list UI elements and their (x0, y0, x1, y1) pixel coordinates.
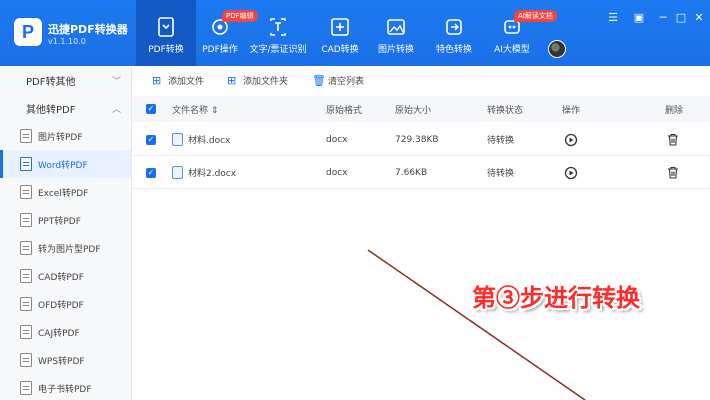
chevron-up-icon: ︿ (111, 104, 121, 115)
trash-icon (668, 133, 678, 146)
app-logo: P (14, 18, 42, 46)
menu-icon[interactable]: ☰ (605, 10, 621, 26)
sidebar-item-ppt-to-pdf[interactable]: PPT转PDF (0, 206, 131, 234)
trash-icon (668, 166, 678, 179)
trash-icon: 🗑 (312, 74, 326, 87)
step-annotation: 第③步进行转换 (472, 283, 640, 312)
caj-file-icon (20, 325, 32, 339)
image-pdf-icon (20, 241, 32, 255)
ofd-file-icon (20, 297, 32, 311)
add-folder-icon: ⊞ (227, 74, 237, 87)
col-delete-header: 删除 (665, 105, 684, 116)
top-bar: P 迅捷PDF转换器 v1.1.10.0 PDF转换 PDF操作 PDF编辑 文… (0, 0, 710, 66)
convert-play-button[interactable] (564, 157, 578, 188)
add-file-icon: ⊞ (152, 74, 162, 87)
sidebar-item-word-to-pdf[interactable]: Word转PDF (0, 150, 131, 178)
sidebar-item-image-pdf[interactable]: 转为图片型PDF (0, 234, 131, 262)
status-cell: 待转换 (487, 136, 515, 146)
convert-play-button[interactable] (564, 124, 578, 155)
clear-list-button[interactable]: 🗑 清空列表 (312, 74, 364, 87)
tab-label: PDF操作 (202, 45, 238, 55)
tab-label: CAD转换 (321, 45, 359, 55)
tab-special-convert[interactable]: 特色转换 (424, 0, 484, 66)
status-cell: 待转换 (487, 169, 515, 179)
sidebar: PDF转其他 ﹀ 其他转PDF ︿ 图片转PDF Word转PDF Excel转… (0, 66, 132, 400)
add-file-button[interactable]: ⊞ 添加文件 (152, 74, 204, 87)
size-cell: 7.66KB (395, 167, 428, 178)
play-icon (564, 133, 578, 146)
tab-label: 图片转换 (377, 45, 414, 55)
col-status-header: 转换状态 (487, 105, 524, 116)
row-checkbox[interactable]: ✓ (146, 124, 156, 155)
app-version: v1.1.10.0 (48, 37, 86, 46)
close-icon[interactable]: ✕ (691, 10, 707, 26)
file-name-cell: 材料.docx (172, 124, 230, 155)
sidebar-item-wps-to-pdf[interactable]: WPS转PDF (0, 346, 131, 374)
sidebar-item-cad-to-pdf[interactable]: CAD转PDF (0, 262, 131, 290)
word-doc-icon (172, 166, 183, 179)
section-label: 其他转PDF (26, 104, 76, 116)
ebook-file-icon (20, 381, 32, 395)
tab-cad-convert[interactable]: CAD转换 (310, 0, 370, 66)
maximize-icon[interactable]: □ (673, 10, 689, 26)
image-file-icon (20, 129, 32, 143)
sidebar-item-image-to-pdf[interactable]: 图片转PDF (0, 122, 131, 150)
pdf-convert-icon (154, 16, 178, 38)
tab-pdf-convert[interactable]: PDF转换 (136, 0, 196, 66)
app-title: 迅捷PDF转换器 (48, 23, 128, 36)
image-convert-icon (384, 16, 408, 38)
word-file-icon (20, 157, 32, 171)
sidebar-item-excel-to-pdf[interactable]: Excel转PDF (0, 178, 131, 206)
sidebar-section-other-to-pdf[interactable]: 其他转PDF ︿ (0, 94, 131, 122)
col-size-header: 原始大小 (395, 105, 432, 116)
chevron-down-icon: ﹀ (111, 76, 121, 87)
delete-button[interactable] (667, 157, 679, 188)
tab-label: PDF转换 (148, 45, 184, 55)
delete-button[interactable] (667, 124, 679, 155)
sidebar-item-ebook-to-pdf[interactable]: 电子书转PDF (0, 374, 131, 400)
ppt-file-icon (20, 213, 32, 227)
table-header: ✓ 文件名称 ⇕ 原始格式 原始大小 转换状态 操作 删除 (132, 96, 710, 122)
row-checkbox[interactable]: ✓ (146, 157, 156, 188)
tab-image-convert[interactable]: 图片转换 (366, 0, 426, 66)
play-icon (564, 166, 578, 179)
sidebar-section-pdf-to-other[interactable]: PDF转其他 ﹀ (0, 66, 131, 94)
special-convert-icon (442, 16, 466, 38)
tab-label: AI大模型 (494, 45, 530, 55)
file-toolbar: ⊞ 添加文件 ⊞ 添加文件夹 🗑 清空列表 (132, 66, 710, 96)
tab-text-recognize[interactable]: 文字/票证识别 (248, 0, 308, 66)
minimize-icon[interactable]: ─ (655, 10, 671, 26)
select-all-checkbox[interactable]: ✓ (146, 96, 156, 122)
user-avatar[interactable] (548, 40, 566, 58)
table-row[interactable]: ✓ 材料.docx docx 729.38KB 待转换 (132, 124, 710, 156)
col-action-header: 操作 (562, 105, 581, 116)
text-recognize-icon (266, 16, 290, 38)
col-name-header[interactable]: 文件名称 ⇕ (172, 96, 218, 122)
word-doc-icon (172, 133, 183, 146)
app-window: P 迅捷PDF转换器 v1.1.10.0 PDF转换 PDF操作 PDF编辑 文… (0, 0, 710, 400)
tab-label: 文字/票证识别 (249, 45, 307, 55)
skin-icon[interactable]: ▣ (631, 10, 647, 26)
section-label: PDF转其他 (26, 76, 76, 88)
cad-convert-icon (328, 16, 352, 38)
wps-file-icon (20, 353, 32, 367)
sidebar-item-caj-to-pdf[interactable]: CAJ转PDF (0, 318, 131, 346)
table-row[interactable]: ✓ 材料2.docx docx 7.66KB 待转换 (132, 157, 710, 189)
col-format-header: 原始格式 (326, 105, 363, 116)
add-folder-button[interactable]: ⊞ 添加文件夹 (227, 74, 288, 87)
file-name-cell: 材料2.docx (172, 157, 236, 188)
sidebar-item-ofd-to-pdf[interactable]: OFD转PDF (0, 290, 131, 318)
excel-file-icon (20, 185, 32, 199)
ai-doc-badge[interactable]: AI解读文档 (514, 10, 557, 22)
size-cell: 729.38KB (395, 134, 439, 145)
cad-file-icon (20, 269, 32, 283)
format-cell: docx (326, 167, 348, 178)
format-cell: docx (326, 134, 348, 145)
tab-label: 特色转换 (435, 45, 472, 55)
